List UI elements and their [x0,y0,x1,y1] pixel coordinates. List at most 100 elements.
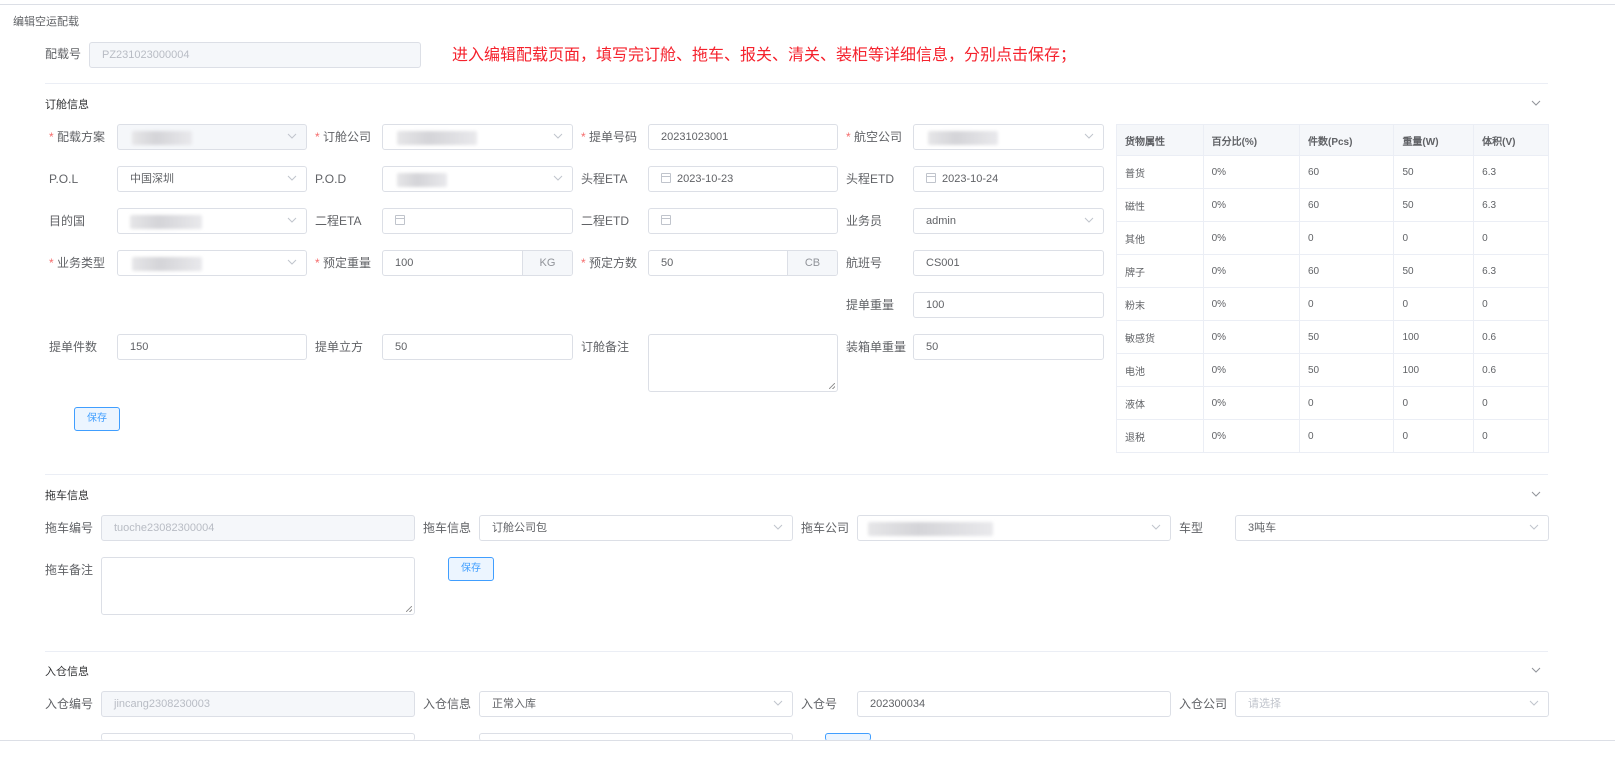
table-cell: 0 [1473,287,1549,321]
table-cell: 普货 [1116,155,1204,189]
table-cell: 60 [1298,254,1395,288]
volume-input[interactable]: 50 CB [648,250,838,276]
table-cell: 敏感货 [1116,320,1204,354]
dest-country-select[interactable] [117,208,307,234]
volume-label: 预定方数 [581,250,637,276]
table-cell: 0.6 [1473,320,1549,354]
table-cell: 牌子 [1116,254,1204,288]
table-cell: 6.3 [1473,188,1549,222]
eta1-datepicker[interactable]: 2023-10-23 [648,166,838,192]
weight-input[interactable]: 100 KG [382,250,573,276]
airline-label: 航空公司 [846,124,902,150]
airline-select[interactable] [913,124,1104,150]
section-divider [45,651,1548,652]
table-cell: 0% [1202,287,1300,321]
table-cell: 0 [1298,221,1395,255]
table-row: 液体 0% 0 0 0 [1116,386,1549,420]
weight-label: 预定重量 [315,250,371,276]
chevron-down-icon [286,167,298,191]
pod-select[interactable] [382,166,573,192]
pol-select[interactable]: 中国深圳 [117,166,307,192]
warehouse-collapse-chevron-icon[interactable] [1531,664,1543,676]
warehouse-company-select[interactable]: 请选择 [1235,691,1549,717]
truck-collapse-chevron-icon[interactable] [1531,488,1543,500]
booking-company-select[interactable] [382,124,573,150]
table-cell: 电池 [1116,353,1204,387]
truck-company-select[interactable] [857,515,1171,541]
truck-type-value: 3吨车 [1248,522,1277,534]
bill-weight-input[interactable]: 100 [913,292,1104,318]
bill-cbm-input[interactable]: 50 [382,334,573,360]
warehouse-entry-no-input[interactable]: 202300034 [857,691,1171,717]
etd2-datepicker[interactable] [648,208,838,234]
redacted-value [928,131,998,145]
chevron-down-icon [286,209,298,233]
biz-type-select[interactable] [117,250,307,276]
etd2-label: 二程ETD [581,214,630,228]
table-cell: 0 [1393,221,1475,255]
chevron-down-icon [772,516,784,540]
col-header: 货物属性 [1116,124,1204,156]
col-header: 件数(Pcs) [1298,124,1395,156]
booking-save-button[interactable]: 保存 [74,407,120,431]
truck-type-select[interactable]: 3吨车 [1235,515,1549,541]
table-cell: 0 [1393,386,1475,420]
eta2-datepicker[interactable] [382,208,573,234]
truck-info-label: 拖车信息 [423,521,472,535]
col-header: 百分比(%) [1202,124,1300,156]
table-row: 电池 0% 50 100 0.6 [1116,353,1549,387]
scheme-select[interactable] [117,124,307,150]
pack-weight-label: 装箱单重量 [846,340,907,354]
truck-save-button[interactable]: 保存 [448,557,494,581]
warehouse-no-input[interactable]: jincang2308230003 [101,691,415,717]
bill-pcs-input[interactable]: 150 [117,334,307,360]
table-cell: 100 [1393,353,1475,387]
redacted-value [868,522,993,536]
bill-cbm-label: 提单立方 [315,340,364,354]
etd1-label: 头程ETD [846,172,895,186]
truck-info-select[interactable]: 订舱公司包 [479,515,793,541]
warehouse-company-placeholder: 请选择 [1248,698,1281,710]
salesman-select[interactable]: admin [913,208,1104,234]
truck-info-value: 订舱公司包 [492,522,547,534]
chevron-down-icon [1528,692,1540,716]
table-cell: 100 [1393,320,1475,354]
bill-no-input[interactable]: 20231023001 [648,124,838,150]
table-cell: 0% [1202,221,1300,255]
chevron-down-icon [1528,516,1540,540]
table-cell: 0 [1393,419,1475,453]
chevron-down-icon [552,125,564,149]
warehouse-company-label: 入仓公司 [1179,697,1228,711]
chevron-down-icon [1083,209,1095,233]
booking-company-label: 订舱公司 [315,124,371,150]
table-cell: 0 [1393,287,1475,321]
peizai-no-input[interactable]: PZ231023000004 [89,42,421,68]
table-cell: 0% [1202,254,1300,288]
etd1-datepicker[interactable]: 2023-10-24 [913,166,1104,192]
truck-remark-textarea[interactable] [101,557,415,615]
volume-unit: CB [787,251,837,275]
table-cell: 0.6 [1473,353,1549,387]
truck-no-input[interactable]: tuoche23082300004 [101,515,415,541]
salesman-value: admin [926,215,956,227]
section-divider [45,83,1548,84]
table-cell: 粉末 [1116,287,1204,321]
booking-section-title: 订舱信息 [45,99,89,111]
truck-section-title: 拖车信息 [45,490,89,502]
flight-no-input[interactable]: CS001 [913,250,1104,276]
warehouse-info-label: 入仓信息 [423,697,472,711]
redacted-value [397,131,477,145]
table-cell: 0 [1473,386,1549,420]
table-cell: 6.3 [1473,254,1549,288]
pack-weight-input[interactable]: 50 [913,334,1104,360]
truck-remark-label: 拖车备注 [45,563,94,577]
booking-collapse-chevron-icon[interactable] [1531,97,1543,109]
warehouse-no-label: 入仓编号 [45,697,94,711]
table-row: 牌子 0% 60 50 6.3 [1116,254,1549,288]
cargo-attribute-table: 货物属性 百分比(%) 件数(Pcs) 重量(W) 体积(V) 普货 0% 60 50… [1116,124,1549,453]
booking-remark-label: 订舱备注 [581,340,630,354]
table-cell: 60 [1298,188,1395,222]
booking-remark-textarea[interactable] [648,334,838,392]
chevron-down-icon [1083,125,1095,149]
warehouse-info-select[interactable]: 正常入库 [479,691,793,717]
